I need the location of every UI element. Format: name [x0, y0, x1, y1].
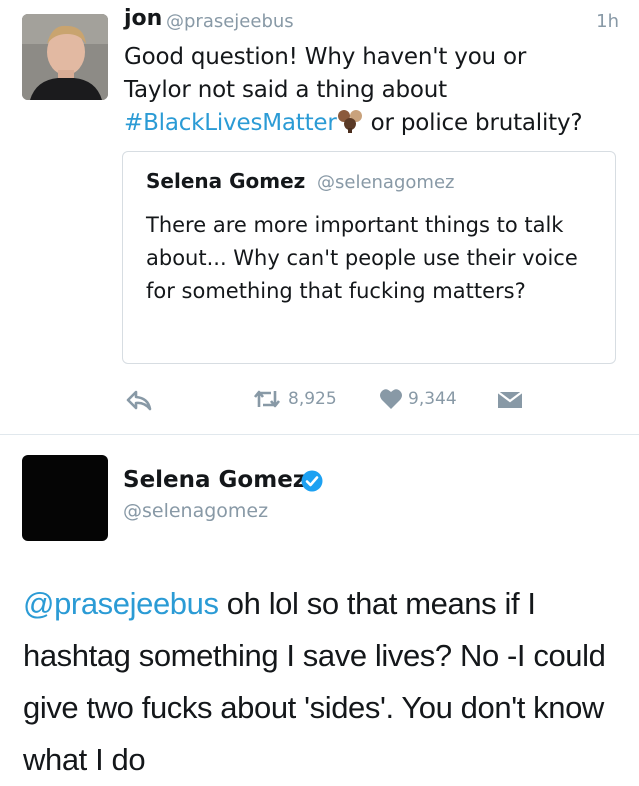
raised-fists-emoji: [337, 110, 362, 133]
tweet-text-line-2: Taylor not said a thing about: [124, 77, 447, 103]
retweet-icon: [253, 390, 281, 408]
reply-avatar[interactable]: [22, 455, 108, 541]
envelope-icon: [497, 391, 523, 408]
heart-icon: [380, 389, 402, 409]
reply-author-name[interactable]: Selena Gomez: [123, 467, 306, 493]
tweet-text-end: or police brutality?: [370, 110, 583, 136]
tweet-text: Good question! Why haven't you or Taylor…: [124, 41, 629, 140]
hashtag-link[interactable]: #BlackLivesMatter: [124, 110, 337, 136]
reply-icon: [126, 390, 152, 411]
quoted-tweet[interactable]: Selena Gomez @selenagomez There are more…: [122, 151, 616, 364]
author-name[interactable]: jon: [124, 6, 162, 31]
verified-badge-icon: [301, 470, 323, 492]
tweet-actions: 8,925 9,344: [0, 384, 639, 420]
quoted-tweet-text: There are more important things to talk …: [146, 213, 578, 303]
retweet-button[interactable]: 8,925: [253, 388, 337, 410]
reply-author-handle[interactable]: @selenagomez: [123, 500, 268, 522]
reply-tweet-text: @prasejeebus oh lol so that means if I h…: [23, 578, 623, 786]
tweet[interactable]: jon @prasejeebus 1h Good question! Why h…: [0, 0, 639, 434]
timestamp[interactable]: 1h: [596, 11, 619, 32]
direct-message-button[interactable]: [497, 390, 523, 410]
reply-button[interactable]: [126, 390, 152, 412]
retweet-count: 8,925: [288, 389, 337, 409]
quoted-author-handle: @selenagomez: [317, 172, 455, 193]
like-button[interactable]: 9,344: [379, 388, 457, 410]
tweet-divider: [0, 434, 639, 435]
avatar[interactable]: [22, 14, 108, 100]
avatar-photo: [22, 14, 108, 100]
tweet-text-line-1: Good question! Why haven't you or: [124, 44, 527, 70]
mention-link[interactable]: @prasejeebus: [23, 586, 219, 621]
author-handle[interactable]: @prasejeebus: [166, 11, 294, 32]
like-count: 9,344: [408, 389, 457, 409]
quoted-author-name: Selena Gomez: [146, 169, 306, 193]
